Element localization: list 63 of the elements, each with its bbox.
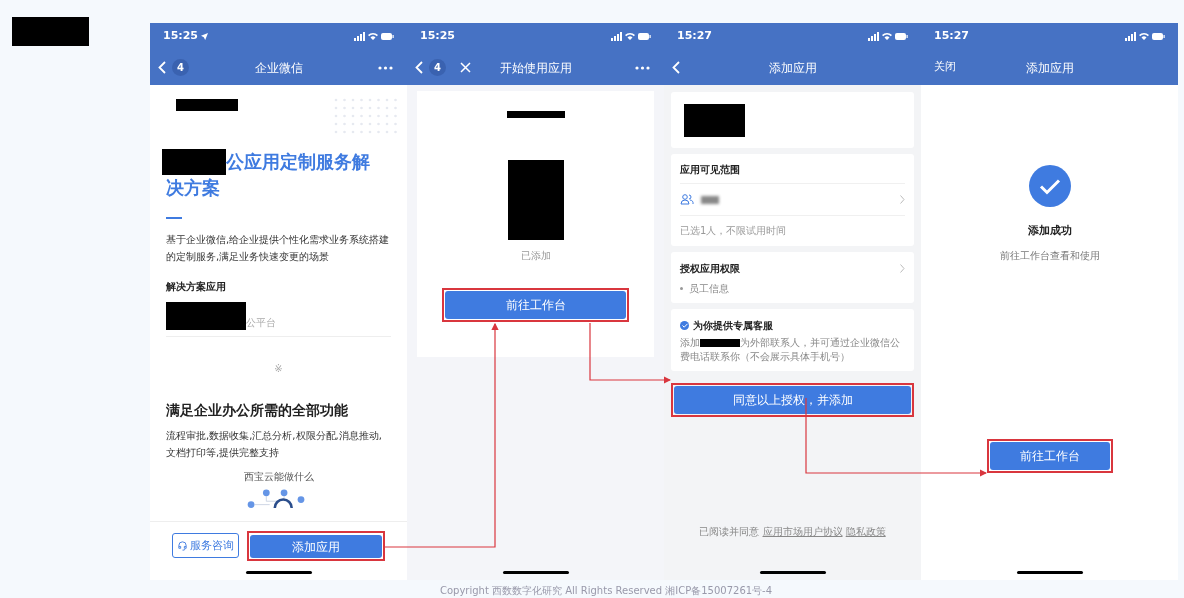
redaction-block: [162, 149, 226, 175]
feature-heading: 满足企业办公所需的全部功能: [166, 401, 349, 420]
app-name: 公平台: [246, 316, 276, 330]
section-label: 应用可见范围: [680, 163, 741, 177]
success-check-icon: [1028, 165, 1071, 207]
consult-button[interactable]: 服务咨询: [172, 533, 239, 559]
nav-title: 添加应用: [1025, 59, 1074, 77]
agreement-link[interactable]: 应用市场用户协议: [762, 526, 843, 537]
close-icon[interactable]: [460, 62, 471, 73]
agreement-link[interactable]: 隐私政策: [845, 526, 886, 537]
primary-button[interactable]: 前往工作台: [445, 291, 626, 319]
home-indicator: [502, 571, 569, 574]
status-time: 15:25: [420, 28, 455, 45]
redaction-block: [506, 111, 565, 118]
service-title: 为你提供专属客服: [693, 319, 773, 333]
solution-heading: 公应用定制服务解: [226, 150, 370, 174]
bullet-icon: [680, 287, 683, 290]
more-icon[interactable]: [378, 65, 393, 70]
status-icons-drawing: [868, 32, 908, 41]
more-icon[interactable]: [635, 65, 650, 70]
success-subtitle: 前往工作台查看和使用: [999, 248, 1100, 263]
success-title: 添加成功: [1027, 223, 1072, 239]
blurred-name: [701, 195, 719, 204]
people-icon: [680, 194, 694, 205]
unread-count: 4: [429, 59, 446, 76]
solution-description: 基于企业微信,给企业提供个性化需求业务系统搭建的定制服务,满足业务快速变更的场景: [166, 233, 391, 264]
primary-button[interactable]: 同意以上授权，并添加: [674, 386, 911, 414]
diagram-title: 西宝云能做什么: [243, 470, 314, 484]
home-indicator: [759, 571, 826, 574]
home-indicator: [1016, 571, 1083, 574]
agreement-text: 已阅读并同意 应用市场用户协议 隐私政策: [699, 525, 886, 539]
section-label: 授权应用权限: [680, 262, 740, 276]
dot-pattern-drawing: [333, 97, 399, 135]
close-link[interactable]: 关闭: [934, 59, 956, 76]
decorative-mark: ※: [274, 362, 283, 376]
status-time: 15:27: [934, 28, 969, 45]
status-time: 15:27: [677, 28, 712, 45]
primary-button[interactable]: 前往工作台: [989, 441, 1110, 470]
back-icon[interactable]: [158, 61, 166, 74]
status-icons-drawing: [611, 32, 651, 41]
checkbox[interactable]: [680, 321, 689, 330]
nav-title: 企业微信: [254, 59, 303, 77]
back-icon[interactable]: [672, 61, 680, 74]
selection-note: 已选1人，不限试用时间: [680, 224, 788, 238]
nav-title: 开始使用应用: [499, 59, 572, 77]
solution-heading: 决方案: [166, 176, 221, 200]
headset-icon: [177, 540, 188, 552]
back-icon[interactable]: [415, 61, 423, 74]
permission-item: 员工信息: [689, 282, 729, 296]
section-label: 解决方案应用: [166, 280, 227, 294]
copyright-footer: Copyright 西数数字化研究 All Rights Reserved 湘ICP备15007261号-4: [440, 583, 1184, 598]
status-icons-drawing: [354, 32, 394, 41]
primary-button[interactable]: 添加应用: [250, 535, 382, 558]
feature-description: 流程审批,数据收集,汇总分析,权限分配,消息推动,文档打印等,提供完整支持: [166, 429, 383, 460]
nav-title: 添加应用: [768, 59, 817, 77]
status-time: 15:25: [163, 28, 198, 45]
redaction-block: [176, 99, 238, 111]
unread-count: 4: [172, 59, 189, 76]
redaction-block: [684, 103, 745, 137]
home-indicator: [245, 571, 312, 574]
service-description: 添加 为外部联系人，并可通过企业微信公费电话联系你（不会展示具体手机号）: [680, 336, 901, 364]
status-icons-drawing: [1125, 32, 1165, 41]
added-status: 已添加: [520, 249, 551, 263]
